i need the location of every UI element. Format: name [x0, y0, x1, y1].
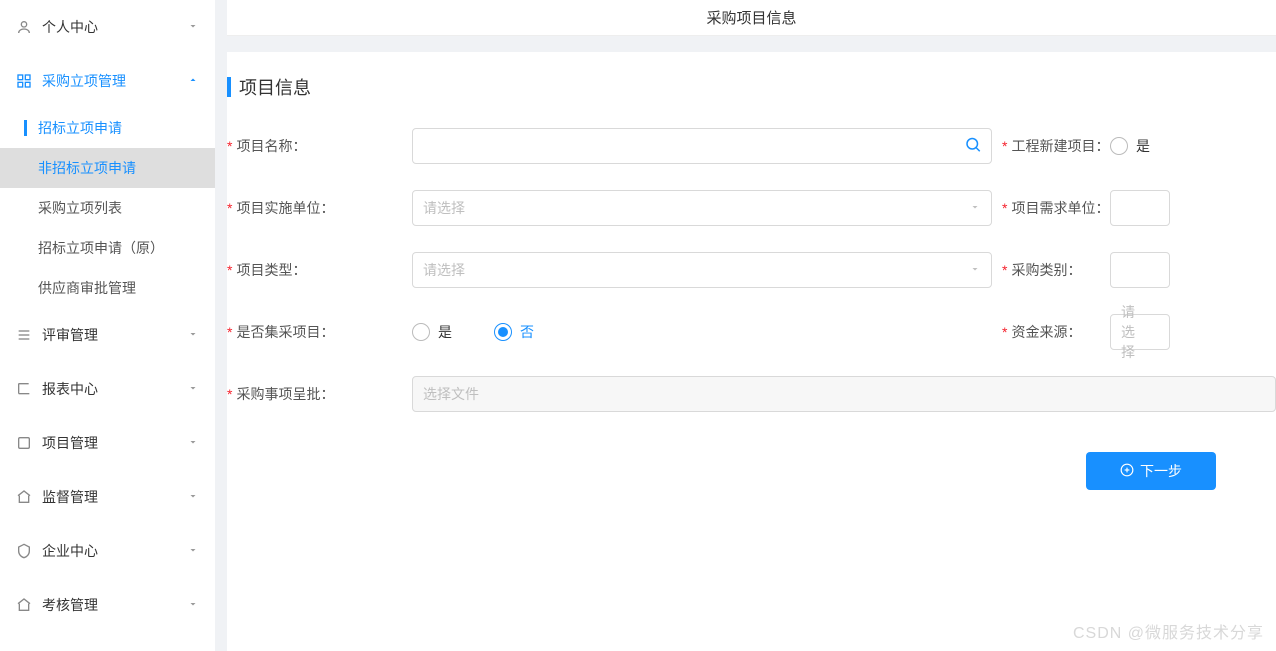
menu-label: 企业中心: [42, 541, 98, 561]
chevron-down-icon: [969, 200, 981, 216]
submenu-purchase: 招标立项申请 非招标立项申请 采购立项列表 招标立项申请（原） 供应商审批管理: [0, 108, 215, 308]
main-content: 采购项目信息 项目信息 *项目名称： *工程新建项目：: [215, 0, 1276, 651]
menu-report-center[interactable]: 报表中心: [0, 362, 215, 416]
menu-assess-mgmt[interactable]: 考核管理: [0, 578, 215, 632]
label-is-collective: *是否集采项目：: [227, 322, 412, 342]
radio-new-construct: 是: [1110, 136, 1150, 156]
impl-unit-select[interactable]: 请选择: [412, 190, 992, 226]
monitor-icon: [16, 489, 32, 505]
submenu-label: 招标立项申请（原）: [38, 238, 164, 258]
plus-circle-icon: [1120, 463, 1134, 480]
submenu-tender-apply[interactable]: 招标立项申请: [0, 108, 215, 148]
menu-project-mgmt[interactable]: 项目管理: [0, 416, 215, 470]
label-fund-source: *资金来源：: [992, 322, 1102, 342]
project-icon: [16, 435, 32, 451]
label-approval: *采购事项呈批：: [227, 384, 412, 404]
chevron-down-icon: [187, 19, 199, 35]
chevron-down-icon: [187, 435, 199, 451]
menu-label: 监督管理: [42, 487, 98, 507]
submenu-label: 采购立项列表: [38, 198, 122, 218]
demand-unit-input[interactable]: [1110, 190, 1170, 226]
submenu-non-tender-apply[interactable]: 非招标立项申请: [0, 148, 215, 188]
project-type-select[interactable]: 请选择: [412, 252, 992, 288]
menu-monitor-mgmt[interactable]: 监督管理: [0, 470, 215, 524]
menu-label: 个人中心: [42, 17, 98, 37]
submenu-purchase-list[interactable]: 采购立项列表: [0, 188, 215, 228]
chevron-up-icon: [187, 73, 199, 89]
menu-enterprise-center[interactable]: 企业中心: [0, 524, 215, 578]
chevron-down-icon: [187, 543, 199, 559]
user-icon: [16, 19, 32, 35]
enterprise-icon: [16, 543, 32, 559]
submenu-label: 非招标立项申请: [38, 158, 136, 178]
radio-collective-yes[interactable]: 是: [412, 322, 452, 342]
review-icon: [16, 327, 32, 343]
submenu-supplier-audit[interactable]: 供应商审批管理: [0, 268, 215, 308]
chevron-down-icon: [187, 489, 199, 505]
menu-label: 考核管理: [42, 595, 98, 615]
report-icon: [16, 381, 32, 397]
menu-review-mgmt[interactable]: 评审管理: [0, 308, 215, 362]
label-impl-unit: *项目实施单位：: [227, 198, 412, 218]
approval-file-picker[interactable]: 选择文件: [412, 376, 1276, 412]
app-icon: [16, 73, 32, 89]
label-purchase-cat: *采购类别：: [992, 260, 1102, 280]
label-new-construct: *工程新建项目：: [992, 136, 1102, 156]
submenu-label: 供应商审批管理: [38, 278, 136, 298]
menu-label: 评审管理: [42, 325, 98, 345]
menu-label: 报表中心: [42, 379, 98, 399]
purchase-cat-input[interactable]: [1110, 252, 1170, 288]
menu-personal-center[interactable]: 个人中心: [0, 0, 215, 54]
project-name-input[interactable]: [412, 128, 992, 164]
chevron-down-icon: [187, 381, 199, 397]
label-project-name: *项目名称：: [227, 136, 412, 156]
label-project-type: *项目类型：: [227, 260, 412, 280]
menu-label: 采购立项管理: [42, 71, 126, 91]
menu-purchase-mgmt[interactable]: 采购立项管理: [0, 54, 215, 108]
next-button[interactable]: 下一步: [1086, 452, 1216, 490]
chevron-down-icon: [187, 597, 199, 613]
fund-source-select[interactable]: 请选择: [1110, 314, 1170, 350]
label-demand-unit: *项目需求单位：: [992, 198, 1102, 218]
submenu-label: 招标立项申请: [38, 118, 122, 138]
chevron-down-icon: [187, 327, 199, 343]
page-title: 采购项目信息: [227, 0, 1276, 36]
radio-collective: 是 否: [412, 322, 534, 342]
section-title: 项目信息: [227, 74, 1276, 100]
radio-new-construct-yes[interactable]: 是: [1110, 136, 1150, 156]
submenu-tender-apply-old[interactable]: 招标立项申请（原）: [0, 228, 215, 268]
assess-icon: [16, 597, 32, 613]
chevron-down-icon: [969, 262, 981, 278]
content-card: 项目信息 *项目名称： *工程新建项目：: [227, 52, 1276, 651]
sidebar: 个人中心 采购立项管理 招标立项申请 非招标立项申请: [0, 0, 215, 651]
menu-label: 项目管理: [42, 433, 98, 453]
radio-collective-no[interactable]: 否: [494, 322, 534, 342]
